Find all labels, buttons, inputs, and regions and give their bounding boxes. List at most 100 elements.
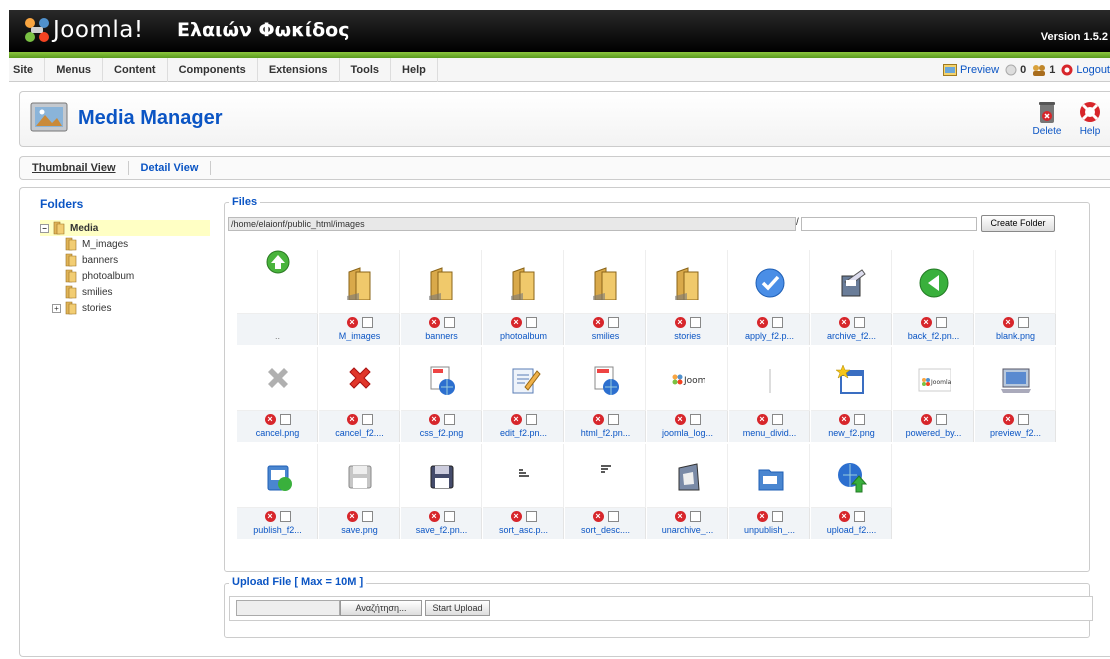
file-item[interactable]: × smilies bbox=[565, 250, 646, 346]
delete-icon[interactable]: × bbox=[510, 317, 522, 328]
file-name[interactable]: banners bbox=[401, 331, 482, 341]
delete-icon[interactable]: × bbox=[756, 414, 768, 425]
select-checkbox[interactable] bbox=[361, 317, 373, 328]
file-thumbnail[interactable] bbox=[811, 347, 892, 411]
file-thumbnail[interactable] bbox=[647, 444, 728, 508]
select-checkbox[interactable] bbox=[443, 511, 455, 522]
delete-icon[interactable]: × bbox=[592, 511, 604, 522]
select-checkbox[interactable] bbox=[607, 511, 619, 522]
tab-detail-view[interactable]: Detail View bbox=[129, 161, 212, 175]
delete-icon[interactable]: × bbox=[264, 414, 276, 425]
file-item[interactable]: × new_f2.png bbox=[811, 347, 892, 443]
select-checkbox[interactable] bbox=[607, 414, 619, 425]
file-item[interactable]: × M_images bbox=[319, 250, 400, 346]
file-name[interactable]: sort_desc.... bbox=[565, 525, 646, 535]
delete-icon[interactable]: × bbox=[838, 317, 850, 328]
expand-icon[interactable]: + bbox=[52, 303, 61, 313]
delete-icon[interactable]: × bbox=[756, 317, 768, 328]
folder-tree-item[interactable]: + stories bbox=[40, 300, 210, 316]
folder-tree-item[interactable]: banners bbox=[40, 252, 210, 268]
file-thumbnail[interactable]: Joomla! bbox=[893, 347, 974, 411]
menu-content[interactable]: Content bbox=[103, 58, 168, 82]
users-indicator[interactable]: 1 bbox=[1032, 64, 1055, 76]
file-thumbnail[interactable] bbox=[565, 250, 646, 314]
file-item[interactable]: × css_f2.png bbox=[401, 347, 482, 443]
file-thumbnail[interactable] bbox=[729, 250, 810, 314]
file-item[interactable]: × preview_f2... bbox=[975, 347, 1056, 443]
file-item[interactable]: × cancel_f2.... bbox=[319, 347, 400, 443]
select-checkbox[interactable] bbox=[853, 317, 865, 328]
select-checkbox[interactable] bbox=[443, 414, 455, 425]
select-checkbox[interactable] bbox=[935, 414, 947, 425]
new-folder-input[interactable] bbox=[801, 217, 977, 231]
file-thumbnail[interactable] bbox=[237, 250, 318, 314]
browse-button[interactable]: Αναζήτηση... bbox=[340, 600, 422, 616]
file-item[interactable]: × back_f2.pn... bbox=[893, 250, 974, 346]
file-name[interactable]: sort_asc.p... bbox=[483, 525, 564, 535]
file-item[interactable]: × save_f2.pn... bbox=[401, 444, 482, 540]
file-name[interactable]: menu_divid... bbox=[729, 428, 810, 438]
select-checkbox[interactable] bbox=[853, 511, 865, 522]
logout-link[interactable]: Logout bbox=[1061, 64, 1110, 76]
delete-icon[interactable]: × bbox=[428, 511, 440, 522]
file-name[interactable]: cancel.png bbox=[237, 428, 318, 438]
select-checkbox[interactable] bbox=[1017, 317, 1029, 328]
delete-icon[interactable]: × bbox=[1002, 317, 1014, 328]
folder-tree-item[interactable]: smilies bbox=[40, 284, 210, 300]
file-name[interactable]: M_images bbox=[319, 331, 400, 341]
delete-icon[interactable]: × bbox=[920, 317, 932, 328]
file-name[interactable]: powered_by... bbox=[893, 428, 974, 438]
file-thumbnail[interactable] bbox=[319, 444, 400, 508]
delete-icon[interactable]: × bbox=[264, 511, 276, 522]
file-thumbnail[interactable] bbox=[975, 250, 1056, 314]
file-name[interactable]: upload_f2.... bbox=[811, 525, 892, 535]
create-folder-button[interactable]: Create Folder bbox=[981, 215, 1055, 232]
select-checkbox[interactable] bbox=[279, 511, 291, 522]
delete-icon[interactable]: × bbox=[346, 317, 358, 328]
file-name[interactable]: publish_f2... bbox=[237, 525, 318, 535]
file-thumbnail[interactable] bbox=[237, 347, 318, 411]
file-item[interactable]: × cancel.png bbox=[237, 347, 318, 443]
file-name[interactable]: smilies bbox=[565, 331, 646, 341]
file-thumbnail[interactable]: Joomla! bbox=[647, 347, 728, 411]
file-thumbnail[interactable] bbox=[729, 444, 810, 508]
select-checkbox[interactable] bbox=[689, 317, 701, 328]
select-checkbox[interactable] bbox=[525, 414, 537, 425]
delete-icon[interactable]: × bbox=[674, 317, 686, 328]
select-checkbox[interactable] bbox=[361, 511, 373, 522]
file-item[interactable]: × menu_divid... bbox=[729, 347, 810, 443]
file-item[interactable]: × archive_f2... bbox=[811, 250, 892, 346]
upload-file-input[interactable] bbox=[236, 600, 340, 616]
messages-indicator[interactable]: 0 bbox=[1005, 64, 1026, 76]
file-name[interactable]: back_f2.pn... bbox=[893, 331, 974, 341]
file-thumbnail[interactable] bbox=[319, 347, 400, 411]
file-name[interactable]: unpublish_... bbox=[729, 525, 810, 535]
select-checkbox[interactable] bbox=[525, 511, 537, 522]
select-checkbox[interactable] bbox=[935, 317, 947, 328]
file-name[interactable]: apply_f2.p... bbox=[729, 331, 810, 341]
file-name[interactable]: cancel_f2.... bbox=[319, 428, 400, 438]
delete-icon[interactable]: × bbox=[346, 511, 358, 522]
delete-icon[interactable]: × bbox=[428, 414, 440, 425]
file-item[interactable]: × blank.png bbox=[975, 250, 1056, 346]
file-item[interactable]: × upload_f2.... bbox=[811, 444, 892, 540]
delete-icon[interactable]: × bbox=[592, 317, 604, 328]
file-thumbnail[interactable] bbox=[401, 250, 482, 314]
file-item[interactable]: × edit_f2.pn... bbox=[483, 347, 564, 443]
file-item[interactable]: Joomla! × joomla_log... bbox=[647, 347, 728, 443]
select-checkbox[interactable] bbox=[361, 414, 373, 425]
select-checkbox[interactable] bbox=[607, 317, 619, 328]
folder-tree-item[interactable]: M_images bbox=[40, 236, 210, 252]
select-checkbox[interactable] bbox=[525, 317, 537, 328]
file-name[interactable]: css_f2.png bbox=[401, 428, 482, 438]
folder-tree-root[interactable]: − Media bbox=[40, 220, 210, 236]
file-item[interactable]: × unpublish_... bbox=[729, 444, 810, 540]
file-item[interactable]: × unarchive_... bbox=[647, 444, 728, 540]
file-thumbnail[interactable] bbox=[811, 250, 892, 314]
file-thumbnail[interactable] bbox=[401, 347, 482, 411]
file-item[interactable]: × save.png bbox=[319, 444, 400, 540]
file-thumbnail[interactable] bbox=[237, 444, 318, 508]
select-checkbox[interactable] bbox=[853, 414, 865, 425]
help-button[interactable]: Help bbox=[1070, 100, 1110, 137]
file-name[interactable]: save_f2.pn... bbox=[401, 525, 482, 535]
